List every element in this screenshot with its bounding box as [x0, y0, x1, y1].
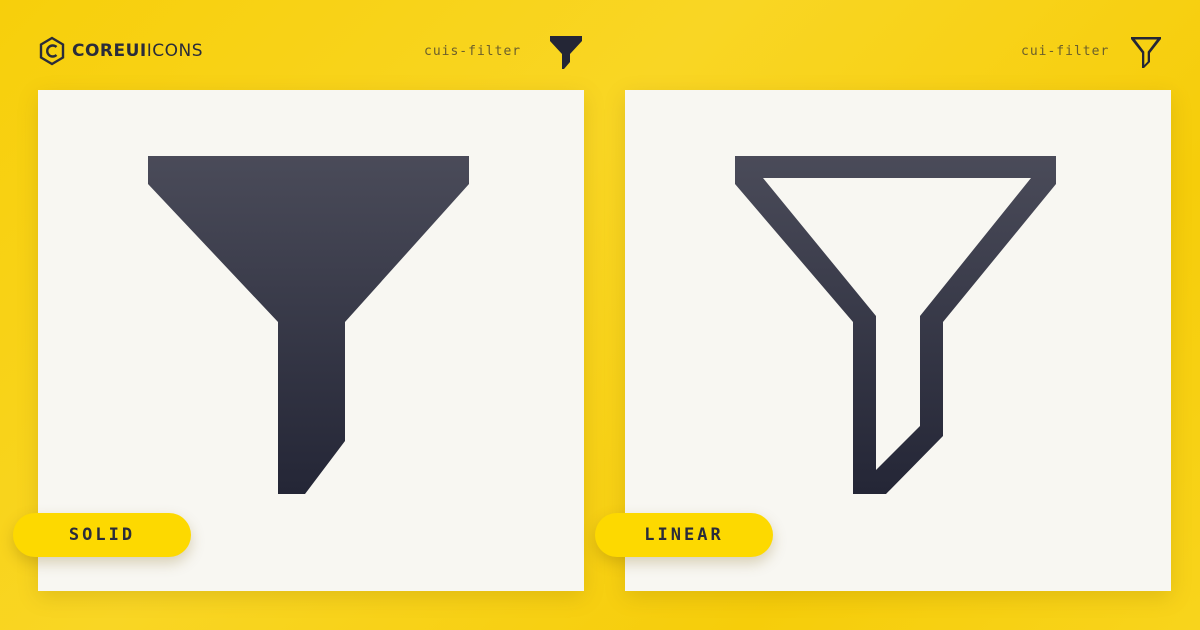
linear-style-badge: LINEAR: [595, 513, 773, 557]
filter-solid-small-icon: [550, 36, 582, 69]
coreui-logo: COREUIICONS: [38, 36, 203, 66]
solid-style-badge: SOLID: [13, 513, 191, 557]
linear-icon-name: cui-filter: [1021, 44, 1110, 59]
coreui-hexagon-icon: [39, 36, 65, 66]
filter-linear-small-icon: [1131, 37, 1161, 68]
logo-text: COREUIICONS: [72, 41, 204, 61]
solid-icon-name: cuis-filter: [424, 44, 522, 59]
